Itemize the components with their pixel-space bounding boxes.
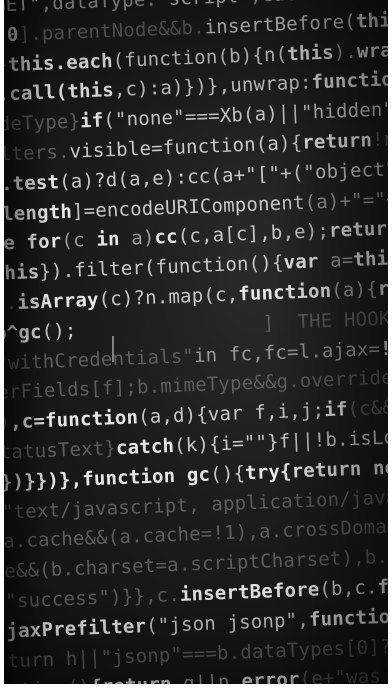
source-code-text: "GET",dataType:"script",cache:!0,asyn s!0… <box>4 0 388 684</box>
code-token: cc <box>154 226 179 249</box>
code-token: this <box>286 41 335 65</box>
code-token: "success")}},c. <box>4 583 181 613</box>
code-token: firstChi <box>377 572 388 599</box>
code-token: ction() <box>8 677 90 684</box>
code-token: jaxPrefilter <box>6 614 147 643</box>
code-token: odeType} <box>4 110 81 137</box>
code-token: this <box>4 261 40 285</box>
code-token: isArray <box>16 288 100 314</box>
code-token: tatusText} <box>4 437 117 464</box>
code-token: (a)+"="+ <box>304 187 388 214</box>
code-token: b^gc <box>4 320 43 345</box>
code-token: (e+"was <box>299 665 382 684</box>
code-token: return <box>301 129 373 154</box>
code-token: try{return new <box>244 455 388 484</box>
code-screen-photo: "GET",dataType:"script",cache:!0,asyn s!0… <box>4 0 388 684</box>
code-token: visible=function(a){ <box>69 131 303 163</box>
code-token: }).filter(function(){ <box>38 251 285 284</box>
code-token: function <box>311 68 388 94</box>
code-token: (b,c. <box>319 576 379 601</box>
code-token: each <box>65 49 114 74</box>
code-token: this. <box>7 51 67 76</box>
code-token: (this <box>55 79 115 104</box>
code-token: (c,a[c],b,e); <box>177 220 330 249</box>
code-token: ilters. <box>4 140 71 166</box>
code-token: error <box>241 668 301 684</box>
code-token: a) <box>130 226 155 250</box>
code-token: "GET" <box>4 0 42 17</box>
code-token: {return <box>90 673 184 684</box>
code-token: g||n. <box>182 670 242 684</box>
code-token: ,c=function <box>9 406 139 434</box>
text-cursor <box>112 336 114 362</box>
code-token: "withCredentials" <box>4 344 195 375</box>
code-token: ]=encodeURIComponent <box>71 191 306 223</box>
code-token: ,dataType: <box>40 0 158 15</box>
code-token: a= <box>329 249 354 272</box>
code-token: ge for <box>4 230 62 256</box>
code-token: !0 <box>331 0 355 4</box>
code-token: (c <box>61 229 97 253</box>
code-token: catch <box>115 434 175 460</box>
code-token: s!0 <box>4 23 19 47</box>
code-token: ,c):a)})},unwrap: <box>113 71 313 102</box>
code-token: n. <box>4 291 18 315</box>
code-token: return <box>328 217 388 243</box>
code-token: insertBefore <box>179 578 320 606</box>
code-token: ].parentNode&&b. <box>18 16 206 46</box>
code-token: n.call <box>4 81 57 107</box>
code-token: if <box>79 109 104 133</box>
code-token: (); <box>41 319 77 343</box>
code-token: "script" <box>157 0 251 10</box>
code-token: })}})},function gc <box>4 463 211 494</box>
code-token: function <box>237 279 332 306</box>
code-token: !n.expr.f <box>371 125 388 152</box>
code-token: this <box>352 247 388 272</box>
code-token: ,cache: <box>250 0 332 7</box>
code-token: var <box>283 250 331 274</box>
code-token: !! <box>379 336 388 360</box>
code-token: .length <box>4 200 73 226</box>
code-token: in fc,fc=l.ajax= <box>193 337 381 367</box>
code-token: wrapInne <box>356 36 388 63</box>
code-token: n.test <box>4 170 60 196</box>
code-token: (c&&(d| <box>347 395 388 421</box>
code-token: (function(b){n( <box>112 42 288 72</box>
code-token: if <box>323 398 348 422</box>
code-token: ("json jsonp", <box>145 608 310 637</box>
code-token: ,asyn <box>354 0 388 3</box>
code-token: return <box>377 275 388 300</box>
code-token: in <box>95 227 132 252</box>
code-token: (a){ <box>330 278 379 302</box>
code-token: this <box>355 8 388 33</box>
code-token: insertBefore( <box>204 10 357 39</box>
page: "GET",dataType:"script",cache:!0,asyn s!0… <box>0 0 392 690</box>
code-token: ). <box>333 40 358 64</box>
code-token: (c)?n.map(c, <box>98 283 239 311</box>
code-token: function <box>308 605 388 631</box>
code-token: (){ <box>209 462 246 486</box>
code-token: (a,d){var f,i,j; <box>137 399 325 429</box>
